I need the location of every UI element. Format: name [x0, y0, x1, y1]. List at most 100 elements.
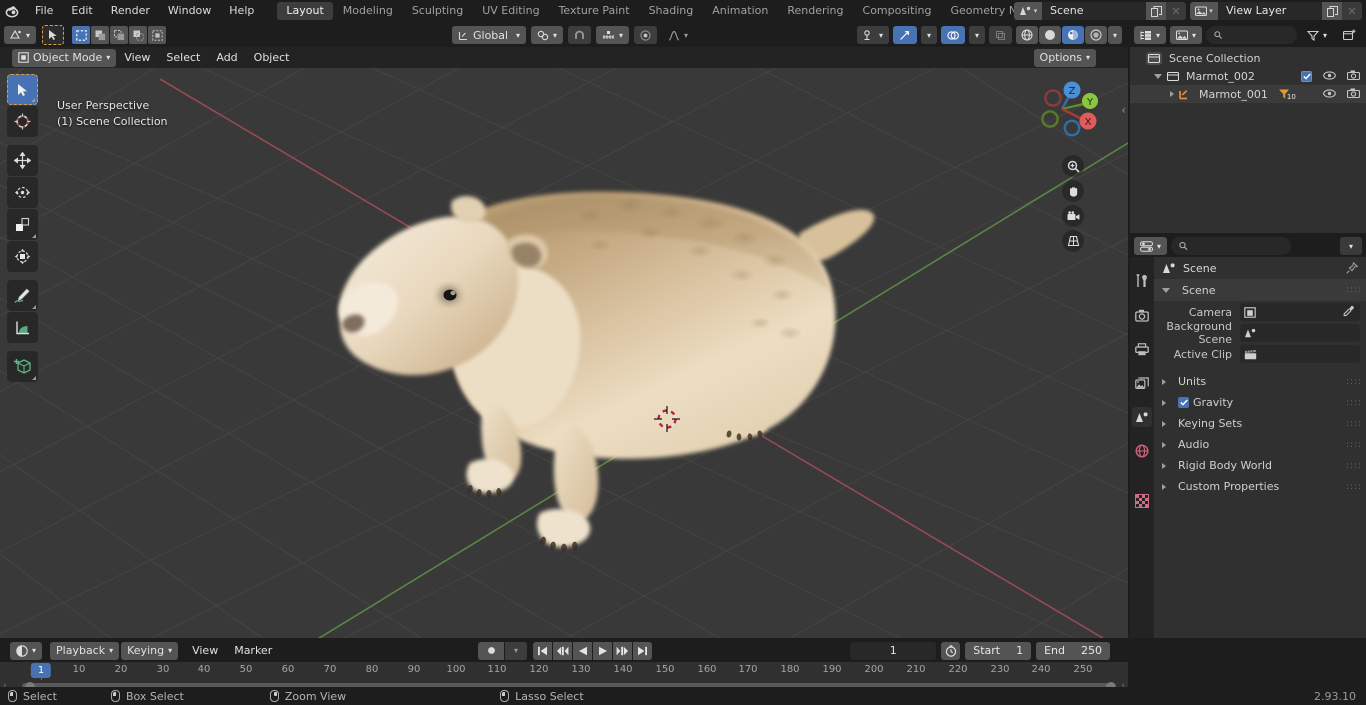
eye-icon[interactable]: [1323, 88, 1336, 101]
object-mode-dropdown[interactable]: Object Mode ▾: [12, 48, 117, 67]
new-collection-icon[interactable]: [1337, 26, 1362, 44]
material-preview-shading-icon[interactable]: [1061, 26, 1084, 44]
jump-start-icon[interactable]: [533, 641, 552, 660]
outliner-row-marmot-002[interactable]: Marmot_002: [1130, 67, 1366, 85]
eyedropper-icon[interactable]: [1343, 305, 1355, 320]
modifier-badge[interactable]: 10: [1278, 88, 1296, 101]
play-reverse-icon[interactable]: [573, 641, 592, 660]
outliner-search-input[interactable]: [1227, 29, 1289, 41]
output-tab[interactable]: [1132, 339, 1152, 359]
tab-uv-editing[interactable]: UV Editing: [473, 2, 548, 20]
record-dot-icon[interactable]: [478, 641, 504, 660]
gizmo-dropdown[interactable]: ▾: [920, 26, 937, 44]
view-layer-name[interactable]: View Layer: [1218, 2, 1322, 20]
move-tool[interactable]: [7, 145, 38, 176]
menu-render[interactable]: Render: [102, 0, 159, 22]
x-icon[interactable]: ✕: [1342, 2, 1362, 20]
toggle-perspective-icon[interactable]: [1062, 230, 1084, 252]
measure-tool[interactable]: [7, 312, 38, 343]
extend-select-icon[interactable]: [91, 26, 110, 44]
xray-icon[interactable]: [988, 26, 1012, 44]
start-frame-field[interactable]: Start 1: [965, 641, 1032, 660]
cursor-tool[interactable]: [7, 106, 38, 137]
scene-tab[interactable]: [1132, 407, 1152, 427]
transform-orientation-dropdown[interactable]: Global ▾: [452, 26, 526, 44]
navigation-gizmo[interactable]: Z Y X: [1026, 73, 1098, 145]
visibility-icon[interactable]: ▾: [856, 26, 889, 44]
rendered-shading-icon[interactable]: [1084, 26, 1107, 44]
timeline-menu-marker[interactable]: Marker: [226, 642, 280, 660]
menu-window[interactable]: Window: [159, 0, 220, 22]
outliner-editor[interactable]: ▾ ▾ ▾ Scene Collection Marmot_002 Marmot…: [1130, 23, 1366, 233]
panel-keying-sets[interactable]: Keying Sets ::::: [1154, 413, 1366, 434]
duplicate-icon[interactable]: [1146, 2, 1166, 20]
chevron-down-icon[interactable]: [1154, 73, 1162, 79]
gizmo-icon[interactable]: [892, 26, 917, 44]
panel-units[interactable]: Units ::::: [1154, 371, 1366, 392]
panel-audio[interactable]: Audio ::::: [1154, 434, 1366, 455]
timeline-editor[interactable]: ▾ Playback ▾ Keying ▾ View Marker ▾ 1 St…: [0, 639, 1128, 692]
tweak-tool[interactable]: [7, 74, 38, 105]
transform-tool[interactable]: [7, 241, 38, 272]
active-clip-field[interactable]: [1240, 345, 1360, 363]
outliner-filter-scene-icon[interactable]: ▾: [1170, 26, 1203, 44]
falloff-curve-icon[interactable]: ▾: [662, 26, 694, 44]
gravity-checkbox[interactable]: [1178, 397, 1189, 408]
chevron-right-icon[interactable]: [1170, 91, 1174, 97]
viewport-menu-view[interactable]: View: [116, 49, 158, 67]
tab-texture-paint[interactable]: Texture Paint: [550, 2, 639, 20]
viewport-menu-object[interactable]: Object: [246, 49, 298, 67]
shading-dropdown[interactable]: ▾: [1107, 26, 1122, 44]
outliner-row-scene-collection[interactable]: Scene Collection: [1130, 49, 1366, 67]
filter-funnel-icon[interactable]: ▾: [1301, 26, 1333, 44]
tab-shading[interactable]: Shading: [640, 2, 703, 20]
camera-icon[interactable]: [1346, 88, 1361, 101]
stopwatch-icon[interactable]: [941, 641, 961, 660]
menu-help[interactable]: Help: [220, 0, 263, 22]
proportional-edit-icon[interactable]: [634, 26, 658, 44]
scene-name[interactable]: Scene: [1042, 2, 1146, 20]
properties-search-input[interactable]: [1192, 240, 1284, 252]
scale-tool[interactable]: [7, 209, 38, 240]
viewport-menu-select[interactable]: Select: [158, 49, 208, 67]
view-layer-icon[interactable]: ▾: [1190, 2, 1218, 20]
camera-icon[interactable]: [1346, 70, 1361, 83]
next-keyframe-icon[interactable]: [613, 641, 632, 660]
tab-layout[interactable]: Layout: [277, 2, 333, 20]
set-select-icon[interactable]: [72, 26, 91, 44]
snap-pivot-button[interactable]: ▾: [531, 26, 564, 44]
zoom-icon[interactable]: [1062, 155, 1084, 177]
duplicate-icon[interactable]: [1322, 2, 1342, 20]
overlays-dropdown[interactable]: ▾: [968, 26, 985, 44]
timeline-icon[interactable]: ▾: [10, 641, 43, 660]
wireframe-shading-icon[interactable]: [1015, 26, 1038, 44]
world-tab[interactable]: [1132, 441, 1152, 461]
annotate-tool[interactable]: [7, 280, 38, 311]
eye-icon[interactable]: [1323, 70, 1336, 83]
chevron-down-icon[interactable]: ▾: [1339, 237, 1362, 255]
rotate-tool[interactable]: [7, 177, 38, 208]
panel-scene[interactable]: Scene ::::: [1154, 279, 1366, 301]
invert-select-icon[interactable]: [129, 26, 148, 44]
panel-rigid-body-world[interactable]: Rigid Body World ::::: [1154, 455, 1366, 476]
outliner-search-box[interactable]: [1206, 26, 1297, 44]
add-cube-tool[interactable]: [7, 351, 38, 382]
checkbox-icon[interactable]: [1301, 70, 1312, 82]
subtract-select-icon[interactable]: [110, 26, 129, 44]
tool-tab[interactable]: [1132, 271, 1152, 291]
keying-dropdown[interactable]: Keying ▾: [121, 641, 179, 660]
render-tab[interactable]: [1132, 305, 1152, 325]
tab-sculpting[interactable]: Sculpting: [403, 2, 472, 20]
pin-icon[interactable]: [1346, 261, 1359, 275]
properties-editor[interactable]: ▾ ▾ Scene Scene:::: Camera Background S…: [1130, 235, 1366, 638]
properties-search-box[interactable]: [1171, 237, 1292, 255]
current-frame-field[interactable]: 1: [850, 641, 937, 660]
prev-keyframe-icon[interactable]: [553, 641, 572, 660]
end-frame-field[interactable]: End 250: [1036, 641, 1110, 660]
texture-tab[interactable]: [1132, 491, 1152, 511]
outliner-row-marmot-001[interactable]: Marmot_001 10: [1130, 85, 1366, 103]
view-layer-tab[interactable]: [1132, 373, 1152, 393]
view-layer-selector[interactable]: ▾ View Layer ✕: [1190, 2, 1362, 20]
outliner-icon[interactable]: ▾: [1134, 26, 1167, 44]
scene-selector[interactable]: ▾ Scene ✕: [1014, 2, 1186, 20]
